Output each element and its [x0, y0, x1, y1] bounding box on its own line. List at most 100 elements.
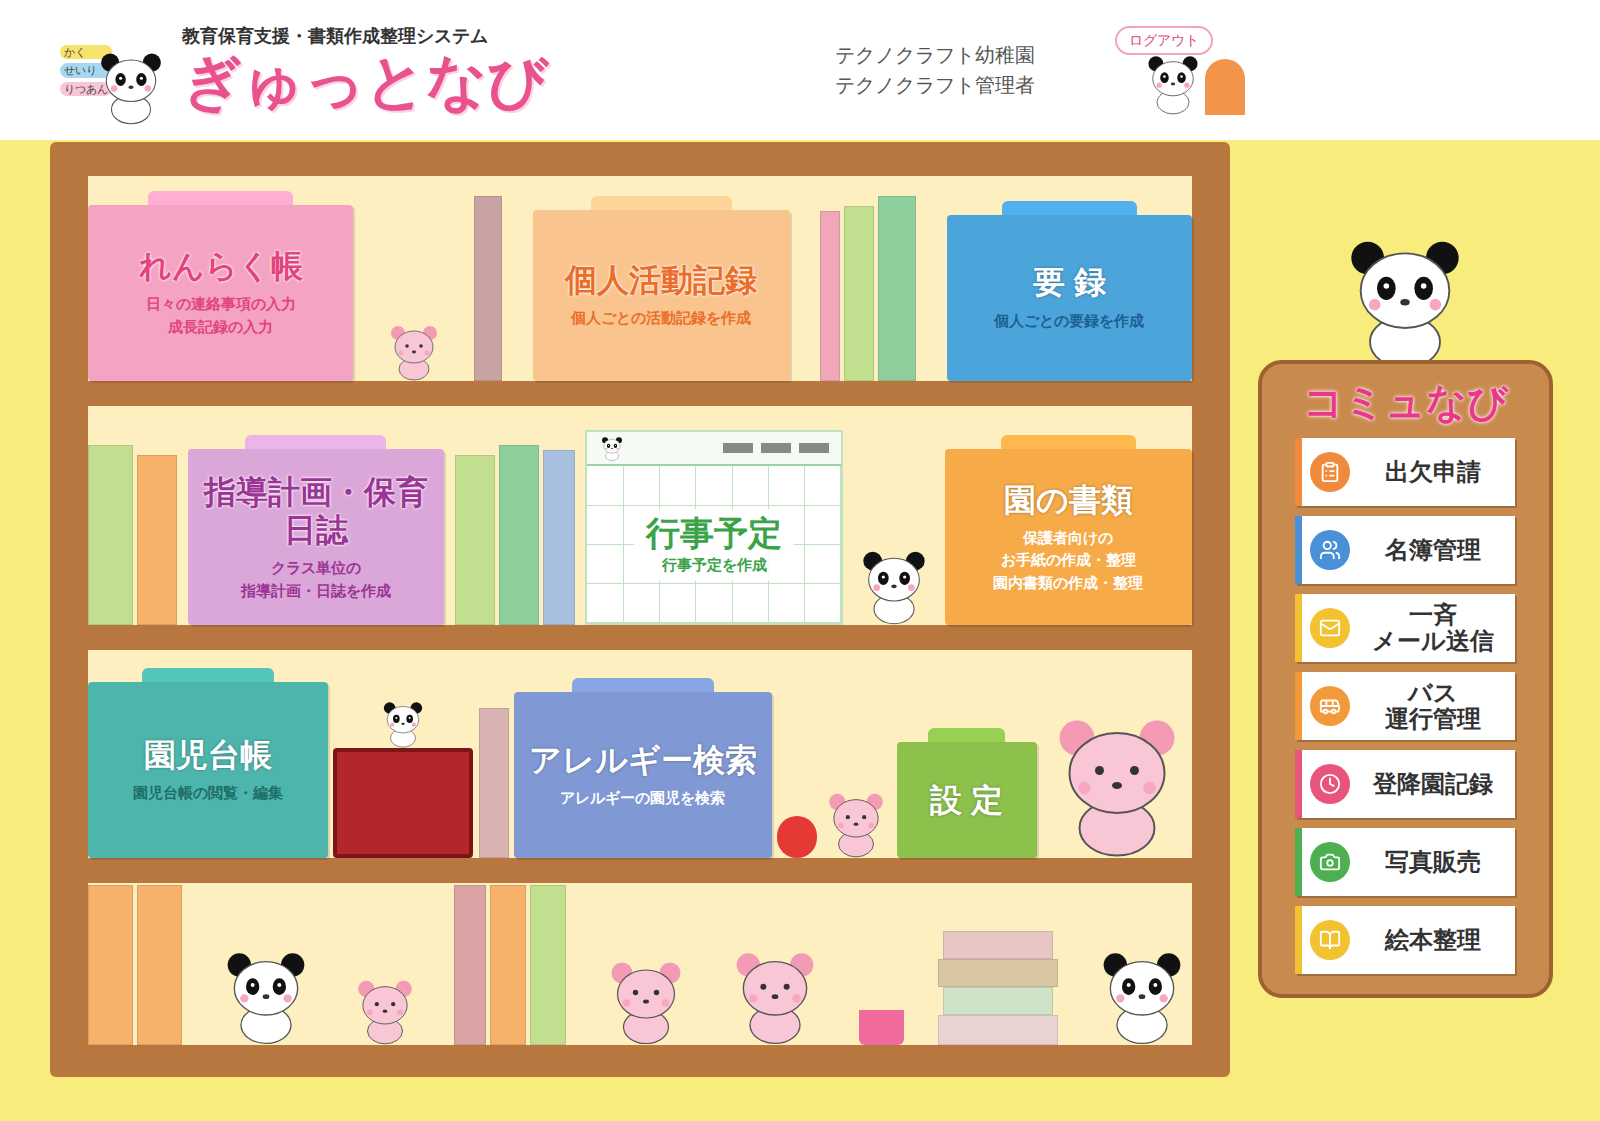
folder-tab [148, 191, 294, 205]
decor-book [943, 987, 1053, 1015]
decor-book [530, 885, 566, 1045]
commu-label: 登降園記録 [1373, 771, 1493, 797]
color-stripe [1295, 594, 1302, 662]
logout-panda-icon [1141, 51, 1205, 115]
top-header: かくせいりりつあん教育保育支援・書類作成整理システムぎゅっとなびテクノクラフト幼… [0, 0, 1600, 140]
decor-book [455, 455, 495, 625]
commu-button[interactable]: 出欠申請 [1295, 438, 1515, 506]
folder-description: 園児台帳の閲覧・編集 [133, 782, 283, 805]
shelf-folder[interactable]: 園児台帳園児台帳の閲覧・編集 [88, 668, 328, 858]
panda-figure [854, 545, 934, 625]
folder-description: 指導計画・日誌を作成 [241, 580, 391, 603]
folder-title: 園児台帳 [144, 736, 272, 774]
folder-description: 個人ごとの活動記録を作成 [571, 307, 751, 330]
decor-book [878, 196, 916, 381]
app-root: かくせいりりつあん教育保育支援・書類作成整理システムぎゅっとなびテクノクラフト幼… [0, 0, 1600, 1121]
commu-button[interactable]: 登降園記録 [1295, 750, 1515, 818]
decor-book [137, 885, 182, 1045]
decor-book [820, 211, 840, 381]
decor-book [474, 196, 502, 381]
logout-label: ログアウト [1115, 26, 1213, 55]
folder-description: 日々の連絡事項の入力 [146, 293, 296, 316]
bookshelf: れんらく帳日々の連絡事項の入力成長記録の入力個人活動記録個人ごとの活動記録を作成… [50, 142, 1230, 1077]
color-stripe [1295, 906, 1302, 974]
apple-icon [777, 816, 817, 858]
commu-button[interactable]: バス運行管理 [1295, 672, 1515, 740]
logo-text: ぎゅっとなび [182, 49, 548, 115]
commu-label: 運行管理 [1385, 706, 1481, 732]
commu-button[interactable]: 名簿管理 [1295, 516, 1515, 584]
calendar-panda-icon [599, 435, 625, 461]
shelf-row: 園児台帳園児台帳の閲覧・編集 アレルギー検索アレルギーの園児を検索設 定 [88, 650, 1192, 858]
bear-figure [601, 955, 691, 1045]
calendar-card[interactable]: 行事予定行事予定を作成 [585, 430, 843, 625]
commu-panel: コミュなび出欠申請名簿管理一斉メール送信バス運行管理登降園記録写真販売絵本整理 [1255, 142, 1555, 1077]
calendar-header [587, 432, 841, 466]
menu-icon [1310, 452, 1350, 492]
folder-tab [1001, 435, 1137, 449]
folder-description: お手紙の作成・整理 [1001, 549, 1136, 572]
folder-tab [928, 728, 1005, 742]
shelf-folder[interactable]: 指導計画・保育日誌クラス単位の指導計画・日誌を作成 [188, 435, 444, 625]
decor-book [479, 708, 509, 858]
logo-panda-icon [92, 47, 170, 125]
commu-button[interactable]: 絵本整理 [1295, 906, 1515, 974]
bear-figure [821, 788, 891, 858]
folder-description: 保護者向けの [1023, 527, 1113, 550]
bear-figure [350, 975, 420, 1045]
wooden-sign: コミュなび出欠申請名簿管理一斉メール送信バス運行管理登降園記録写真販売絵本整理 [1258, 360, 1553, 998]
reading-panda-figure [378, 698, 428, 748]
folder-title: 園の書類 [1004, 481, 1133, 519]
shelf-folder[interactable]: 個人活動記録個人ごとの活動記録を作成 [533, 196, 790, 381]
commu-panda-figure [1335, 230, 1475, 370]
shelf-folder[interactable]: れんらく帳日々の連絡事項の入力成長記録の入力 [88, 191, 353, 381]
decor-book [543, 450, 575, 625]
folder-title: 個人活動記録 [565, 261, 757, 299]
color-stripe [1295, 438, 1302, 506]
menu-icon [1310, 920, 1350, 960]
commu-label: 出欠申請 [1385, 459, 1481, 485]
folder-title: 設 定 [930, 781, 1003, 819]
door-icon [1205, 59, 1245, 115]
color-stripe [1295, 672, 1302, 740]
decor-book [137, 455, 177, 625]
menu-icon [1310, 764, 1350, 804]
decor-book [454, 885, 486, 1045]
shelf-row: 指導計画・保育日誌クラス単位の指導計画・日誌を作成行事予定行事予定を作成園の書類… [88, 406, 1192, 626]
calendar-description: 行事予定を作成 [662, 554, 767, 577]
folder-title: 要 録 [1033, 263, 1106, 301]
folder-description: クラス単位の [271, 557, 361, 580]
folder-description: 成長記録の入力 [168, 316, 273, 339]
commu-label: メール送信 [1372, 628, 1494, 654]
decor-book [88, 445, 133, 625]
lying-bear-figure [1042, 708, 1192, 858]
menu-icon [1310, 842, 1350, 882]
shelf-folder[interactable]: 要 録個人ごとの要録を作成 [947, 201, 1192, 381]
folder-tab [142, 668, 274, 682]
bucket-icon [859, 1010, 904, 1045]
user-name: テクノクラフト管理者 [835, 70, 1095, 100]
logout-button[interactable]: ログアウト [1115, 26, 1245, 115]
shelf-folder[interactable]: アレルギー検索アレルギーの園児を検索 [514, 678, 772, 858]
color-stripe [1295, 828, 1302, 896]
decor-book [499, 445, 539, 625]
account-info: テクノクラフト幼稚園テクノクラフト管理者 [835, 40, 1095, 100]
shelf-folder[interactable]: 設 定 [897, 728, 1037, 858]
menu-icon [1310, 608, 1350, 648]
commu-button[interactable]: 写真販売 [1295, 828, 1515, 896]
folder-tab [1002, 201, 1137, 215]
color-stripe [1295, 750, 1302, 818]
logo-bubble: りつあん [60, 82, 112, 96]
commu-label: 一斉 [1409, 602, 1457, 628]
decor-book [88, 885, 133, 1045]
decor-book [490, 885, 526, 1045]
shelf-folder[interactable]: 園の書類保護者向けのお手紙の作成・整理園内書類の作成・整理 [945, 435, 1192, 625]
commu-button[interactable]: 一斉メール送信 [1295, 594, 1515, 662]
folder-title: 指導計画・保育日誌 [196, 473, 436, 550]
commu-label: バス [1408, 680, 1458, 706]
panda-figure [216, 945, 316, 1045]
folder-tab [572, 678, 714, 692]
decor-book [943, 931, 1053, 959]
commu-label: 絵本整理 [1385, 927, 1481, 953]
school-name: テクノクラフト幼稚園 [835, 40, 1095, 70]
